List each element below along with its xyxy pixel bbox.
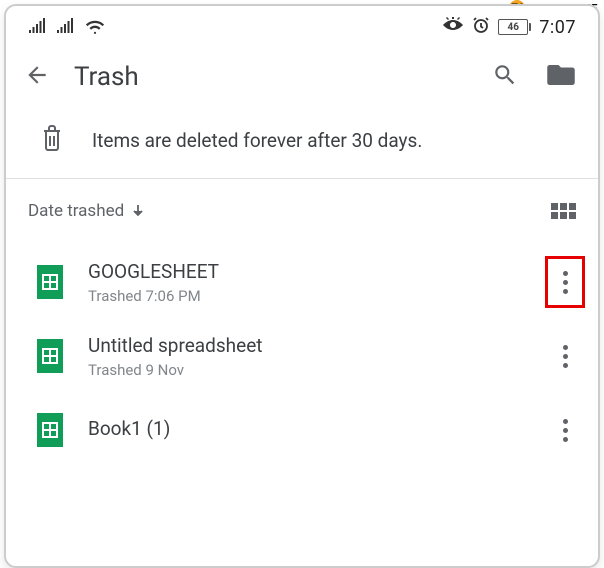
battery-indicator: 46: [498, 19, 531, 35]
view-grid-button[interactable]: [551, 203, 576, 219]
file-name: Untitled spreadsheet: [88, 334, 546, 357]
folder-button[interactable]: [546, 62, 576, 92]
status-right: 46 7:07: [442, 16, 576, 38]
more-options-button[interactable]: [546, 331, 584, 381]
page-title: Trash: [74, 62, 468, 92]
signal-icon-2: [56, 17, 74, 37]
file-name: Book1 (1): [88, 417, 546, 440]
info-text: Items are deleted forever after 30 days.: [92, 129, 422, 152]
app-frame: 46 7:07 Trash Items are deleted forever …: [4, 4, 600, 568]
arrow-down-icon: [130, 203, 146, 219]
file-meta: Trashed 9 Nov: [88, 361, 546, 379]
more-vertical-icon: [563, 419, 568, 442]
more-vertical-icon: [563, 345, 568, 368]
wifi-icon: [84, 17, 106, 38]
more-vertical-icon: [563, 271, 568, 294]
file-item[interactable]: GOOGLESHEET Trashed 7:06 PM: [26, 245, 592, 319]
eye-icon: [442, 17, 464, 37]
file-meta: Trashed 7:06 PM: [88, 287, 546, 305]
signal-icon-1: [28, 17, 46, 37]
more-options-button[interactable]: [546, 405, 584, 455]
info-banner: Items are deleted forever after 30 days.: [6, 110, 598, 179]
sheets-icon: [36, 264, 64, 300]
sort-button[interactable]: Date trashed: [28, 201, 146, 221]
more-options-button[interactable]: [546, 257, 584, 307]
back-button[interactable]: [24, 62, 50, 92]
status-left: [28, 17, 106, 38]
battery-level: 46: [508, 22, 519, 33]
sheets-icon: [36, 338, 64, 374]
app-bar: Trash: [6, 44, 598, 110]
sheets-icon: [36, 412, 64, 448]
file-item[interactable]: Untitled spreadsheet Trashed 9 Nov: [26, 319, 592, 393]
clock: 7:07: [539, 17, 576, 38]
alarm-icon: [472, 16, 490, 38]
sort-label-text: Date trashed: [28, 201, 124, 221]
file-name: GOOGLESHEET: [88, 260, 546, 283]
sort-bar: Date trashed: [6, 179, 598, 231]
trash-icon: [40, 124, 64, 156]
status-bar: 46 7:07: [6, 6, 598, 44]
search-button[interactable]: [492, 62, 518, 92]
file-item[interactable]: Book1 (1): [26, 393, 592, 467]
file-list: GOOGLESHEET Trashed 7:06 PM Untitled spr…: [6, 231, 598, 467]
